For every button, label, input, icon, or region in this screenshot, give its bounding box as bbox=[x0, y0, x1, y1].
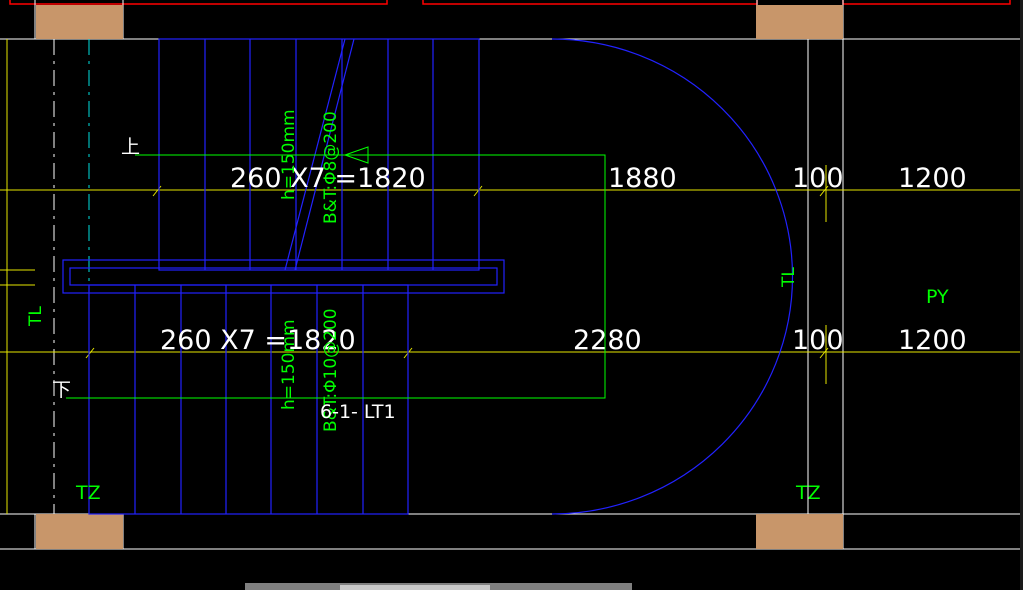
upper-reinforcement: B&T:Φ8@200 bbox=[321, 111, 341, 224]
landing-dim-lower: 2280 bbox=[573, 325, 642, 356]
upper-slab-height: h=150mm bbox=[279, 109, 299, 200]
beam-label-right: TL bbox=[779, 267, 799, 288]
platform-label: PY bbox=[926, 286, 949, 308]
stair-plan-drawing: 260 X7 =1820 260 X7 =1820 1880 2280 100 … bbox=[0, 0, 1020, 550]
stair-id-label: 6-1- LT1 bbox=[320, 401, 396, 423]
wall-gap-lower: 100 bbox=[792, 325, 844, 356]
left-axis-lines bbox=[0, 39, 90, 514]
wall-lines bbox=[0, 0, 1020, 550]
column-top-left bbox=[36, 5, 123, 39]
lower-flight bbox=[88, 284, 409, 515]
landing-dim-upper: 1880 bbox=[608, 163, 677, 194]
wall-gap-upper: 100 bbox=[792, 163, 844, 194]
column-label-left: TZ bbox=[75, 482, 101, 504]
columns bbox=[36, 5, 843, 549]
horizontal-scroll-thumb[interactable] bbox=[340, 585, 490, 590]
beam-label-left: TL bbox=[26, 306, 46, 327]
horizontal-scrollbar[interactable] bbox=[245, 583, 632, 590]
column-label-right: TZ bbox=[795, 482, 821, 504]
column-bottom-right bbox=[756, 514, 843, 549]
column-top-right bbox=[756, 5, 843, 39]
dimension-lines bbox=[0, 165, 1020, 384]
bay-dim-lower: 1200 bbox=[898, 325, 967, 356]
landing-beam bbox=[62, 259, 505, 294]
semicircular-landing bbox=[551, 38, 794, 515]
top-frames bbox=[9, 0, 1011, 5]
column-bottom-left bbox=[36, 514, 123, 549]
down-direction-mark: 下 bbox=[52, 379, 71, 401]
lower-slab-height: h=150mm bbox=[279, 319, 299, 410]
up-direction-mark: 上 bbox=[121, 136, 140, 158]
bay-dim-upper: 1200 bbox=[898, 163, 967, 194]
